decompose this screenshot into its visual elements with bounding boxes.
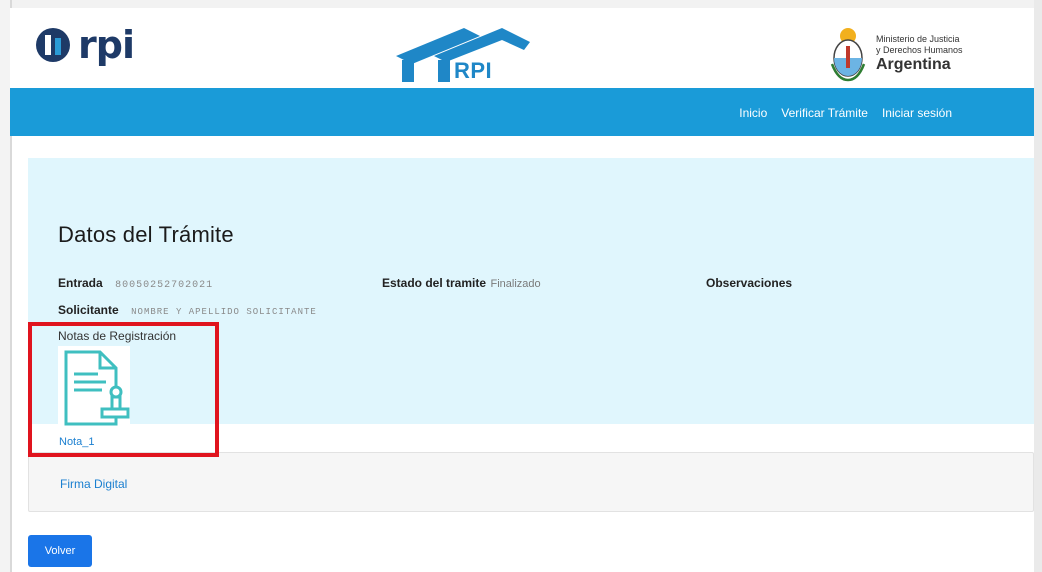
nav-iniciar-sesion[interactable]: Iniciar sesión: [882, 106, 952, 120]
ministerio-name-line1: Ministerio de Justicia: [876, 34, 960, 44]
solicitante-value: NOMBRE Y APELLIDO SOLICITANTE: [131, 307, 317, 317]
window-top-edge: [0, 0, 1042, 8]
rpi-logo-text: rpi: [78, 23, 135, 67]
firma-digital-box: Firma Digital: [28, 452, 1034, 512]
observaciones-field: Observaciones: [706, 274, 792, 292]
entrada-value: 80050252702021: [115, 280, 214, 291]
estado-label: Estado del tramite: [382, 276, 487, 290]
entrada-label: Entrada: [58, 276, 103, 290]
solicitante-field: Solicitante NOMBRE Y APELLIDO SOLICITANT…: [58, 301, 317, 319]
coat-of-arms-icon: [830, 28, 866, 82]
page-title: Datos del Trámite: [58, 222, 234, 247]
observaciones-label: Observaciones: [706, 276, 793, 290]
ministerio-country: Argentina: [876, 56, 951, 73]
highlight-box: [28, 322, 219, 457]
entrada-field: Entrada 80050252702021: [58, 274, 213, 292]
nav-verificar-tramite[interactable]: Verificar Trámite: [781, 106, 868, 120]
rpi-logo[interactable]: rpi: [36, 23, 135, 67]
rpi-logo-mark-icon: [36, 28, 70, 62]
site-header: rpi RPI WEB Ministerio de Justicia y Der…: [10, 8, 1034, 109]
estado-value: Finalizado: [490, 278, 541, 290]
nav-links: Inicio Verificar Trámite Iniciar sesión: [739, 106, 952, 120]
firma-digital-link[interactable]: Firma Digital: [60, 477, 127, 491]
ministerio-name-line2: y Derechos Humanos: [876, 45, 963, 55]
volver-button[interactable]: Volver: [28, 535, 92, 567]
top-navbar: Inicio Verificar Trámite Iniciar sesión: [10, 88, 1034, 136]
solicitante-label: Solicitante: [58, 303, 119, 317]
ministerio-logo: Ministerio de Justicia y Derechos Humano…: [830, 24, 1020, 86]
rpi-web-logo[interactable]: RPI WEB: [390, 22, 550, 109]
nav-inicio[interactable]: Inicio: [739, 106, 767, 120]
estado-field: Estado del tramite Finalizado: [382, 274, 541, 292]
window-right-edge: [1034, 0, 1042, 572]
